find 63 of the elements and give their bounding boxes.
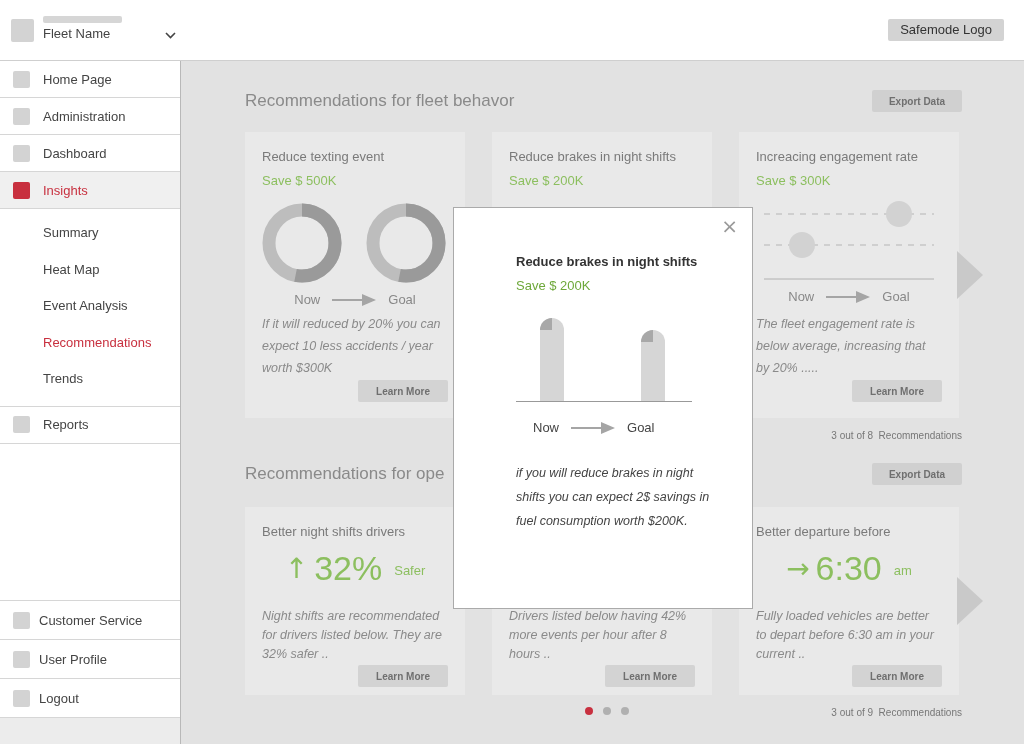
recommendations-counter: 3 out of 8 Recommendations <box>831 429 962 441</box>
fleet-name[interactable]: Fleet Name <box>43 25 122 41</box>
savings-text: Save $ 500K <box>262 173 338 188</box>
sidebar-item[interactable]: Reports <box>0 406 180 444</box>
submenu-item[interactable]: Recommendations <box>0 324 180 361</box>
submenu-item[interactable]: Summary <box>0 215 180 252</box>
card-description: Fully loaded vehicles are better to depart before 6:30 am in your current .. <box>756 608 936 663</box>
submenu-item[interactable]: Trends <box>0 361 180 398</box>
card-description: The fleet engagement rate is below average, increasing that by 20% ..... <box>756 316 927 377</box>
menu-item-icon <box>13 416 30 433</box>
menu-item-icon <box>13 650 30 668</box>
pagination-dot[interactable] <box>603 707 611 715</box>
card-description: Drivers listed below having 42% more events per hour after 8 hours .. <box>509 608 688 663</box>
arrow-icon <box>826 290 871 303</box>
now-label: Now <box>788 289 815 304</box>
card-description: If it will reduced by 20% you can expect 10 less accidents / year worth $300K <box>262 316 442 377</box>
submenu-item[interactable]: Event Analysis <box>0 288 180 325</box>
dialog-description: if you will reduce brakes in night shifts you can expect 2$ savings in fuel consumption worth $200K. <box>516 465 711 530</box>
menu-item-icon <box>13 70 30 88</box>
stat-unit: am <box>893 563 912 578</box>
stat-unit: Safer <box>394 563 426 578</box>
chevron-down-icon[interactable] <box>165 31 176 39</box>
stat-value: 32% <box>314 549 383 588</box>
arrow-icon <box>332 293 377 306</box>
savings-text: Save $ 200K <box>509 173 585 188</box>
dialog-title: Reduce brakes in night shifts <box>516 254 699 269</box>
pagination-dot[interactable] <box>621 707 629 715</box>
menu-item-icon <box>13 611 30 629</box>
pagination-dot[interactable] <box>585 707 593 715</box>
card-description: Night shifts are recommendated for drivers listed below. They are 32% safer .. <box>262 608 443 663</box>
goal-label: Goal <box>882 289 910 304</box>
card-title: Increacing engagement rate <box>756 149 919 164</box>
arrow-icon <box>571 421 615 434</box>
sidebar-item[interactable]: User Profile <box>0 639 180 678</box>
submenu-item[interactable]: Heat Map <box>0 251 180 288</box>
section-title: Recommendations for ope <box>245 464 445 484</box>
now-label: Now <box>294 292 321 307</box>
sidebar-item[interactable]: Home Page <box>0 61 180 98</box>
sidebar-item[interactable]: Customer Service <box>0 600 180 639</box>
next-arrow-icon[interactable] <box>957 577 983 625</box>
sidebar-item[interactable]: Administration <box>0 98 180 135</box>
now-label: Now <box>533 420 559 435</box>
section-title: Recommendations for fleet behavor <box>245 91 515 111</box>
menu-item-icon <box>13 107 30 125</box>
savings-text: Save $ 200K <box>516 278 592 293</box>
arrow-icon: → <box>786 554 810 583</box>
fleet-logo-icon <box>11 18 34 42</box>
menu-item-icon <box>13 689 30 707</box>
next-arrow-icon[interactable] <box>957 251 983 299</box>
menu-item-icon <box>13 181 30 199</box>
menu-item-icon <box>13 144 30 162</box>
goal-label: Goal <box>627 420 655 435</box>
card-title: Better night shifts drivers <box>262 524 407 539</box>
goal-label: Goal <box>388 292 416 307</box>
logo-button[interactable]: Safemode Logo <box>888 19 1004 41</box>
card-title: Reduce brakes in night shifts <box>509 149 677 164</box>
card-title: Better departure before <box>756 524 892 539</box>
recommendations-counter: 3 out of 9 Recommendations <box>831 706 962 718</box>
arrow-icon: ↑ <box>284 554 309 583</box>
sidebar-item[interactable]: Insights <box>0 172 180 209</box>
savings-text: Save $ 300K <box>756 173 832 188</box>
card-title: Reduce texting event <box>262 149 386 164</box>
stat-value: 6:30 <box>815 549 882 588</box>
